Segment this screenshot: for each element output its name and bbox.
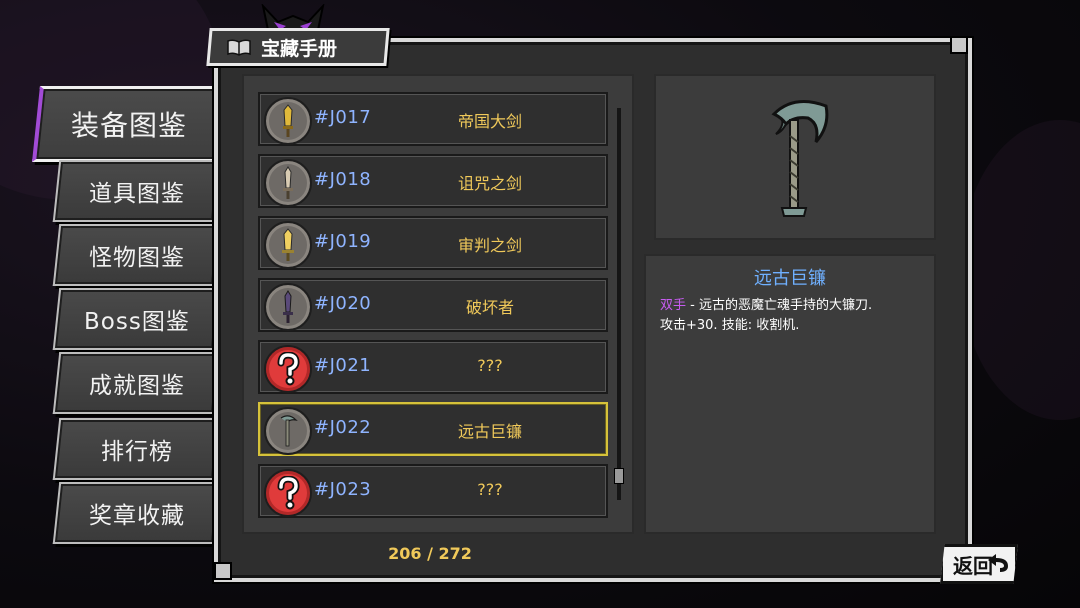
page-title: 宝藏手册 [206,28,390,66]
scythe-icon [771,100,829,217]
item-code: #J020 [314,293,372,314]
bone-sword-icon [264,159,312,207]
item-name: 审判之剑 [457,236,522,255]
item-list-panel: #J017 帝国大剑 #J018 诅咒之剑 #J019 审判之剑 #J020 破… [242,74,634,534]
list-item[interactable]: #J019 审判之剑 [258,216,608,270]
judgment-sword-icon [264,221,312,269]
item-type-tag: 双手 [660,298,687,313]
collection-counter: 206 / 272 [388,544,472,563]
question-mark-icon [264,345,312,393]
tab-monsters[interactable]: 怪物图鉴 [52,224,220,286]
frame-corner [214,562,232,580]
item-code: #J023 [314,479,372,500]
item-detail-title: 远古巨镰 [754,268,826,289]
item-description: 双手 - 远古的恶魔亡魂手持的大镰刀. 攻击+30. 技能: 收割机. [660,296,926,336]
list-item[interactable]: #J021 ??? [258,340,608,394]
item-preview-panel [654,74,936,240]
frame-corner [950,36,968,54]
item-name: ??? [477,480,503,499]
list-item[interactable]: #J017 帝国大剑 [258,92,608,146]
item-code: #J022 [314,417,372,438]
tab-achievements[interactable]: 成就图鉴 [52,352,220,414]
item-info-panel: 远古巨镰 双手 - 远古的恶魔亡魂手持的大镰刀. 攻击+30. 技能: 收割机. [644,254,936,534]
return-arrow-icon [988,554,1008,572]
tab-equipment[interactable]: 装备图鉴 [32,86,222,162]
item-name: 破坏者 [465,298,514,317]
book-icon [227,39,251,56]
item-name: ??? [477,356,503,375]
list-item-selected[interactable]: #J022 远古巨镰 [258,402,608,456]
item-description-line1: - 远古的恶魔亡魂手持的大镰刀. [686,298,873,313]
tab-boss[interactable]: Boss图鉴 [52,288,220,350]
purple-blade-icon [264,283,312,331]
question-mark-icon [264,469,312,517]
list-item[interactable]: #J023 ??? [258,464,608,518]
item-name: 诅咒之剑 [457,174,522,193]
scrollbar-thumb[interactable] [614,468,624,484]
item-name: 远古巨镰 [457,422,522,441]
item-code: #J019 [314,231,372,252]
item-code: #J017 [314,107,372,128]
page-title-text: 宝藏手册 [261,37,338,60]
tab-leaderboard[interactable]: 排行榜 [52,418,220,480]
scythe-icon [264,407,312,455]
tab-items[interactable]: 道具图鉴 [52,160,220,222]
item-name: 帝国大剑 [457,112,522,131]
golden-sword-icon [264,97,312,145]
tab-medals[interactable]: 奖章收藏 [52,482,220,544]
item-code: #J021 [314,355,372,376]
item-description-line2: 攻击+30. 技能: 收割机. [660,318,800,333]
list-item[interactable]: #J018 诅咒之剑 [258,154,608,208]
background-shape [960,120,1080,420]
scrollbar-track[interactable] [617,108,621,500]
item-code: #J018 [314,169,372,190]
list-item[interactable]: #J020 破坏者 [258,278,608,332]
